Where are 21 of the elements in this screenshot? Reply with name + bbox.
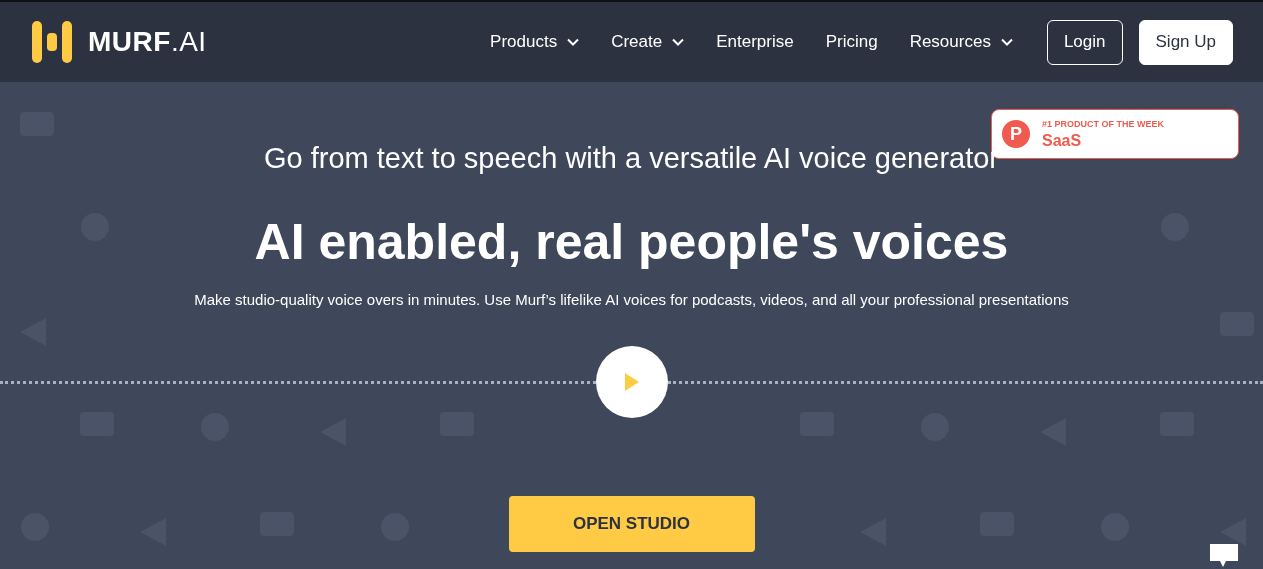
award-caption: #1 PRODUCT OF THE WEEK	[1042, 118, 1164, 129]
award-logo-icon: P	[1002, 120, 1030, 148]
logo-icon[interactable]	[32, 21, 72, 63]
login-button[interactable]: Login	[1046, 19, 1123, 65]
caret-icon	[672, 38, 685, 46]
caret-icon	[567, 38, 580, 46]
nav-link[interactable]: Products	[490, 32, 580, 52]
award-category: SaaS	[1042, 131, 1083, 150]
sign-up-button[interactable]: Sign Up	[1138, 19, 1233, 65]
nav-link[interactable]: Create	[611, 32, 685, 52]
triangle-icon	[1220, 518, 1246, 546]
nav-link[interactable]: Pricing	[825, 32, 878, 52]
hero-title: AI enabled, real people's voices	[254, 213, 1009, 271]
brand-name[interactable]: MURF.AI	[88, 26, 207, 58]
play-icon	[622, 372, 641, 392]
caret-icon	[1000, 38, 1013, 46]
hero-subtitle: Make studio-quality voice overs in minutes. Use Murf’s lifelike AI voices for podcasts, videos, and all your professional presentations	[194, 291, 1069, 308]
nav-link[interactable]: Enterprise	[716, 32, 794, 52]
open-studio-button[interactable]: OPEN STUDIO	[508, 496, 755, 552]
nav-link[interactable]: Resources	[909, 32, 1013, 52]
chat-icon[interactable]	[1210, 544, 1238, 568]
